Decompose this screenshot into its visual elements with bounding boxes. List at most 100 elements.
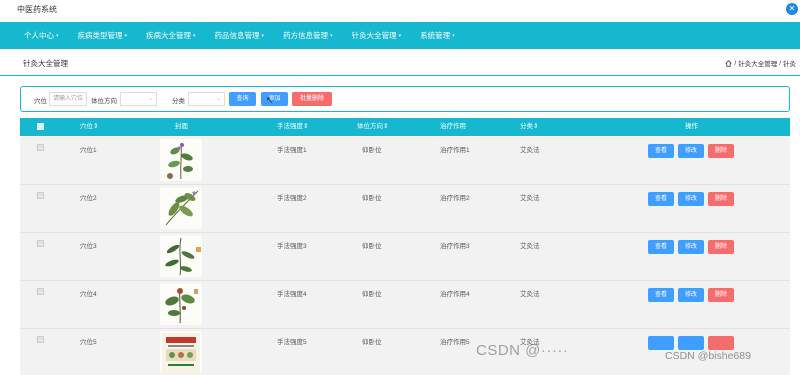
edit-button[interactable] [678, 336, 704, 350]
breadcrumb: / 针灸大全管理 / 针灸 [725, 58, 796, 68]
delete-button[interactable]: 删除 [708, 240, 734, 254]
select-all-checkbox[interactable] [37, 123, 44, 130]
cell-direction: 仰卧位 [362, 291, 382, 298]
view-button[interactable]: 查看 [648, 192, 674, 206]
app-title: 中医药系统 [17, 5, 57, 14]
chevron-down-icon: ⌄ [147, 96, 153, 102]
chevron-down-icon: ⌄ [215, 96, 221, 102]
home-icon[interactable] [725, 59, 732, 67]
delete-button[interactable] [708, 336, 734, 350]
main-nav: 个人中心 ▾ 疾病类型管理 ▾ 疾病大全管理 ▾ 药品信息管理 ▾ 药方信息管理 ▾ 针灸… [0, 22, 800, 49]
view-button[interactable] [648, 336, 674, 350]
delete-button[interactable]: 删除 [708, 192, 734, 206]
cell-category: 艾灸法 [520, 147, 540, 154]
category-select[interactable]: ⌄ [188, 92, 225, 106]
edit-button[interactable]: 修改 [678, 192, 704, 206]
cell-intensity: 手法强度5 [277, 339, 307, 346]
row-checkbox[interactable] [37, 336, 44, 343]
view-button[interactable]: 查看 [648, 288, 674, 302]
col-actions: 操作 [685, 123, 698, 130]
cell-intensity: 手法强度4 [277, 291, 307, 298]
cell-direction: 仰卧位 [362, 243, 382, 250]
caret-down-icon: ▾ [261, 32, 265, 39]
col-intensity[interactable]: 手法强度⇕ [277, 118, 308, 136]
breadcrumb-item: 针灸 [783, 61, 796, 68]
cell-xuewei: 穴位2 [80, 195, 97, 202]
row-checkbox[interactable] [37, 240, 44, 247]
col-cover: 封面 [175, 123, 188, 130]
col-category[interactable]: 分类⇕ [520, 118, 538, 136]
view-button[interactable]: 查看 [648, 144, 674, 158]
edit-button[interactable]: 修改 [678, 240, 704, 254]
nav-label: 针灸大全管理 [351, 31, 397, 40]
nav-item-acupuncture[interactable]: 针灸大全管理 ▾ [352, 30, 402, 41]
cell-xuewei: 穴位3 [80, 243, 97, 250]
page-title: 针灸大全管理 [23, 59, 68, 68]
col-xuewei[interactable]: 穴位⇕ [80, 118, 98, 136]
xuewei-label: 穴位 [34, 98, 47, 105]
nav-item-prescription-info[interactable]: 药方信息管理 ▾ [283, 30, 333, 41]
cell-direction: 仰卧位 [362, 195, 382, 202]
nav-label: 疾病大全管理 [146, 31, 192, 40]
nav-item-disease-list[interactable]: 疾病大全管理 ▾ [146, 30, 196, 41]
col-effect: 治疗作用 [440, 123, 466, 130]
table-header: 穴位⇕ 封面 手法强度⇕ 体位方向⇕ 治疗作用 分类⇕ 操作 [20, 118, 790, 136]
cell-intensity: 手法强度2 [277, 195, 307, 202]
nav-item-system[interactable]: 系统管理 ▾ [420, 30, 455, 41]
mouse-cursor-icon: ↖ [266, 95, 274, 105]
nav-item-personal-center[interactable]: 个人中心 ▾ [24, 30, 59, 41]
nav-label: 药品信息管理 [214, 31, 260, 40]
caret-down-icon: ▾ [193, 32, 196, 39]
top-bar: 中医药系统 ✕ [0, 0, 800, 22]
cover-image [160, 139, 202, 181]
cell-category: 艾灸法 [520, 195, 540, 202]
view-button[interactable]: 查看 [648, 240, 674, 254]
cover-image [160, 235, 202, 277]
edit-button[interactable]: 修改 [678, 288, 704, 302]
user-avatar-icon[interactable]: ✕ [786, 3, 798, 15]
cell-effect: 治疗作用2 [440, 195, 470, 202]
row-checkbox[interactable] [37, 144, 44, 151]
search-form: 穴位 请输入穴位 体位方向 ⌄ 分类 ⌄ 查询 添加 批量删除 [20, 86, 790, 112]
cell-intensity: 手法强度1 [277, 147, 307, 154]
delete-button[interactable]: 删除 [708, 288, 734, 302]
cell-category: 艾灸法 [520, 291, 540, 298]
search-button[interactable]: 查询 [229, 92, 256, 106]
nav-label: 药方信息管理 [283, 31, 329, 40]
col-direction[interactable]: 体位方向⇕ [357, 118, 388, 136]
row-checkbox[interactable] [37, 192, 44, 199]
nav-label: 系统管理 [420, 31, 451, 40]
batch-delete-button[interactable]: 批量删除 [292, 92, 332, 106]
breadcrumb-separator: / [779, 59, 781, 67]
row-checkbox[interactable] [37, 288, 44, 295]
caret-down-icon: ▾ [452, 32, 455, 39]
cover-image [160, 331, 202, 373]
breadcrumb-separator: / [734, 59, 737, 67]
watermark-author: CSDN @bishe689 [665, 350, 751, 362]
table-row: 穴位1 手法强度1 仰卧位 治疗作用1 艾灸法 查看 修改 删除 [20, 137, 790, 185]
cell-effect: 治疗作用3 [440, 243, 470, 250]
breadcrumb-item[interactable]: 针灸大全管理 [738, 58, 777, 68]
cell-direction: 仰卧位 [362, 147, 382, 154]
cell-intensity: 手法强度3 [277, 243, 307, 250]
nav-item-disease-type[interactable]: 疾病类型管理 ▾ [78, 30, 128, 41]
cell-effect: 治疗作用4 [440, 291, 470, 298]
nav-label: 疾病类型管理 [77, 31, 123, 40]
nav-item-medicine-info[interactable]: 药品信息管理 ▾ [215, 30, 265, 41]
cell-xuewei: 穴位1 [80, 147, 97, 154]
delete-button[interactable]: 删除 [708, 144, 734, 158]
category-label: 分类 [172, 98, 185, 105]
xuewei-input[interactable]: 请输入穴位 [49, 92, 87, 106]
page-header: 针灸大全管理 / 针灸大全管理 / 针灸 [0, 49, 800, 76]
caret-down-icon: ▾ [56, 32, 59, 39]
edit-button[interactable]: 修改 [678, 144, 704, 158]
cover-image [160, 187, 202, 229]
cell-effect: 治疗作用5 [440, 339, 470, 346]
cell-xuewei: 穴位5 [80, 339, 97, 346]
caret-down-icon: ▾ [124, 32, 128, 39]
caret-down-icon: ▾ [398, 32, 402, 39]
cell-direction: 仰卧位 [362, 339, 382, 346]
watermark: CSDN @····· [476, 342, 569, 359]
direction-select[interactable]: ⌄ [120, 92, 157, 106]
nav-label: 个人中心 [24, 31, 54, 40]
